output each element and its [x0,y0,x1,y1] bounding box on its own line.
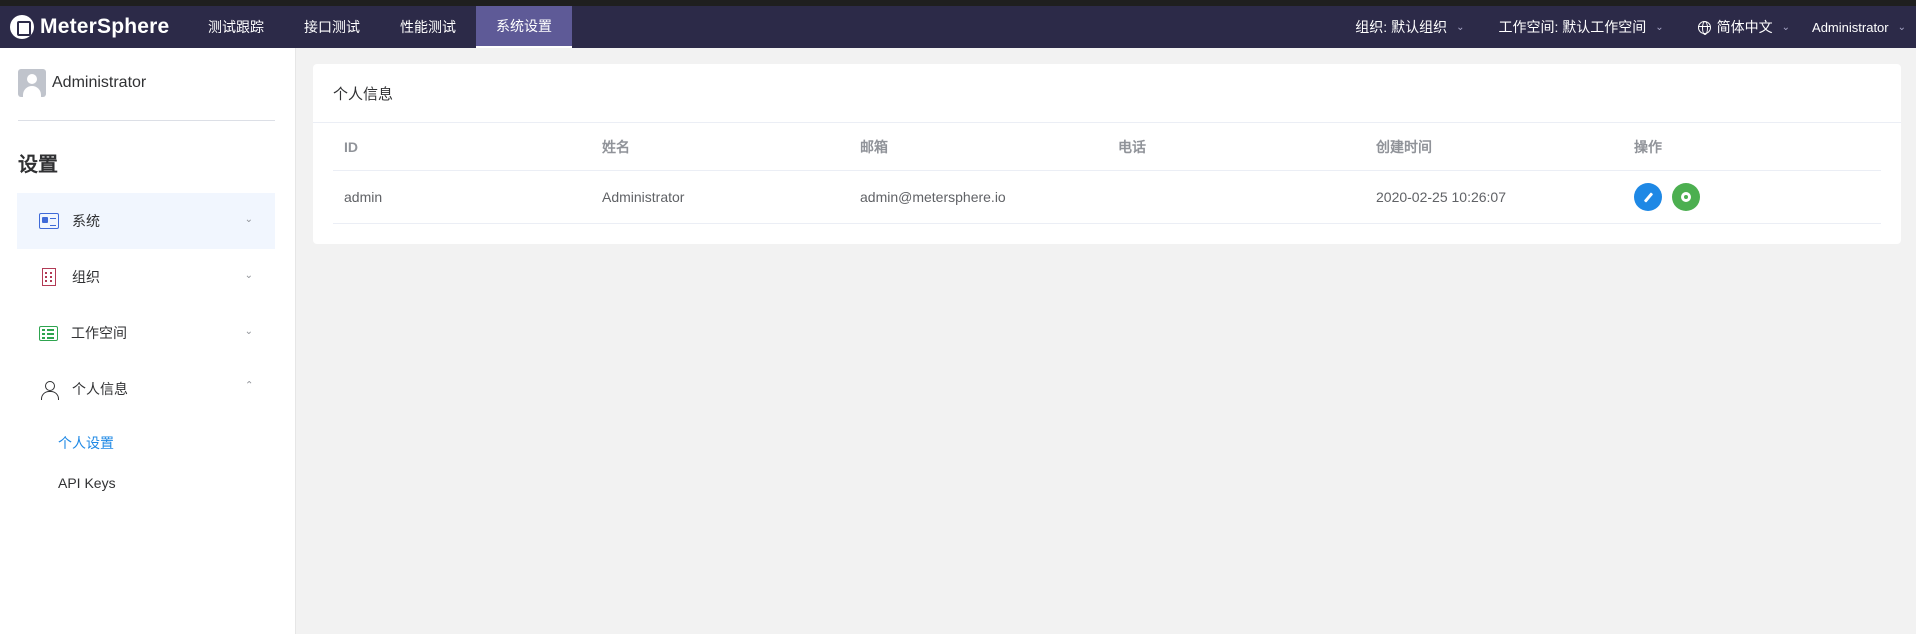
language-dropdown[interactable]: 简体中文 ⌄ [1697,17,1791,37]
org-dropdown-label: 组织: 默认组织 [1355,19,1448,35]
chevron-down-icon: ⌄ [244,326,253,337]
sidebar-item-personal-info[interactable]: 个人信息 ⌄ [17,361,275,417]
cell-id: admin [344,189,383,205]
system-icon [39,213,59,229]
table-header-row: ID 姓名 邮箱 电话 创建时间 操作 [333,123,1881,171]
column-header-name: 姓名 [602,138,630,155]
settings-button[interactable] [1672,183,1700,211]
language-label: 简体中文 [1716,19,1773,35]
globe-icon [1697,20,1711,35]
card-title: 个人信息 [313,64,1901,123]
cell-email: admin@metersphere.io [860,189,1006,205]
sidebar-user: Administrator [18,68,277,98]
main-nav: 测试跟踪 接口测试 性能测试 系统设置 [188,6,572,48]
nav-system-settings[interactable]: 系统设置 [476,6,572,48]
workspace-icon [39,325,58,341]
cell-actions [1623,183,1881,211]
table-row: admin Administrator admin@metersphere.io… [333,171,1881,224]
chevron-up-icon: ⌄ [244,378,253,389]
nav-api-test[interactable]: 接口测试 [284,6,380,48]
chevron-down-icon: ⌄ [1897,21,1906,33]
column-header-created: 创建时间 [1376,138,1432,155]
user-table: ID 姓名 邮箱 电话 创建时间 操作 admin Administrator … [333,123,1881,224]
gear-icon [1681,192,1691,202]
sidebar-subitem-personal-settings[interactable]: 个人设置 [0,423,295,463]
user-dropdown[interactable]: Administrator ⌄ [1812,20,1906,35]
cell-created: 2020-02-25 10:26:07 [1376,189,1506,205]
sidebar-item-label: 组织 [72,269,100,285]
sidebar-item-label: 系统 [72,213,100,229]
sidebar-item-label: 工作空间 [71,325,127,341]
app-logo[interactable]: MeterSphere [0,6,188,48]
pencil-icon [1643,191,1653,203]
personal-info-card: 个人信息 ID 姓名 邮箱 电话 创建时间 操作 admin Administr… [313,64,1901,244]
sidebar-subitem-api-keys[interactable]: API Keys [0,463,295,503]
settings-menu: 系统 ⌄ 组织 ⌄ 工作空间 ⌄ 个人信息 ⌄ 个人设置 API Keys [0,193,295,503]
chevron-down-icon: ⌄ [244,214,253,225]
sidebar-item-organization[interactable]: 组织 ⌄ [17,249,275,305]
column-header-id: ID [344,138,358,155]
cell-name: Administrator [602,189,685,205]
column-header-phone: 电话 [1118,138,1146,155]
settings-title: 设置 [18,154,58,176]
nav-test-track[interactable]: 测试跟踪 [188,6,284,48]
logo-cube-icon [10,15,34,39]
chevron-down-icon: ⌄ [1781,21,1791,33]
logo-text: MeterSphere [40,15,170,38]
sidebar-divider [18,120,275,121]
settings-sidebar: Administrator 设置 系统 ⌄ 组织 ⌄ 工作空间 ⌄ 个人信息 ⌄… [0,48,296,634]
sidebar-username: Administrator [52,74,147,91]
org-dropdown[interactable]: 组织: 默认组织 ⌄ [1355,17,1464,37]
chevron-down-icon: ⌄ [244,270,253,281]
nav-performance-test[interactable]: 性能测试 [380,6,476,48]
sidebar-item-label: 个人信息 [72,381,128,397]
person-icon [39,381,59,400]
column-header-actions: 操作 [1634,138,1662,155]
column-header-email: 邮箱 [860,138,888,155]
chevron-down-icon: ⌄ [1456,21,1465,33]
avatar [18,69,46,97]
workspace-dropdown[interactable]: 工作空间: 默认工作空间 ⌄ [1498,17,1663,37]
sidebar-item-workspace[interactable]: 工作空间 ⌄ [17,305,275,361]
edit-button[interactable] [1634,183,1662,211]
org-icon [42,268,56,286]
workspace-dropdown-label: 工作空间: 默认工作空间 [1498,19,1647,35]
sidebar-item-system[interactable]: 系统 ⌄ [17,193,275,249]
user-dropdown-label: Administrator [1812,19,1889,35]
chevron-down-icon: ⌄ [1655,21,1664,33]
top-right-controls: 组织: 默认组织 ⌄ 工作空间: 默认工作空间 ⌄ 简体中文 ⌄ Adminis… [1321,6,1916,48]
top-navbar: MeterSphere 测试跟踪 接口测试 性能测试 系统设置 组织: 默认组织… [0,0,1916,48]
